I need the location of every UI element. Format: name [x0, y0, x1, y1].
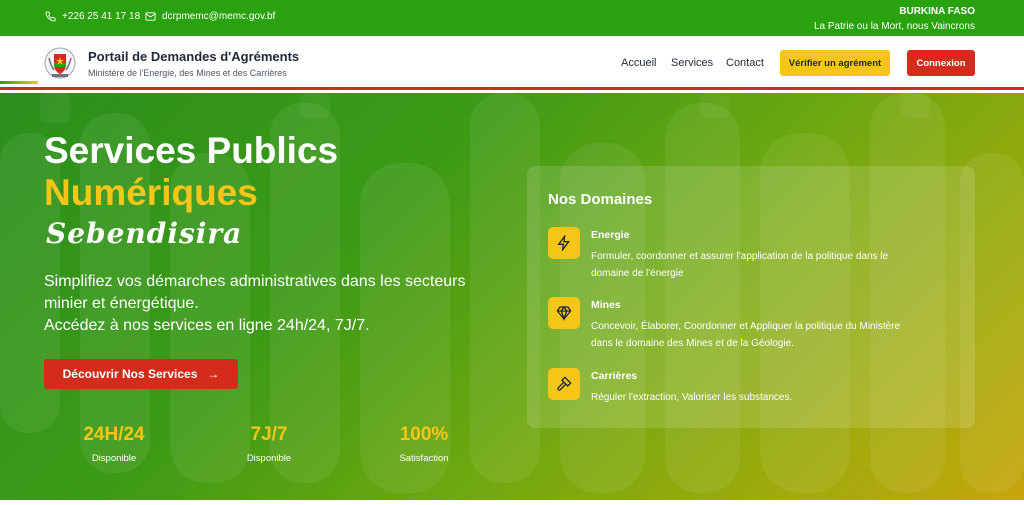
stat-satisfaction: 100% Satisfaction — [364, 424, 484, 464]
ministry-subtitle: Ministère de l'Energie, des Mines et des… — [88, 68, 287, 78]
gem-icon — [548, 297, 580, 329]
email-contact[interactable]: dcrpmemc@memc.gov.bf — [145, 11, 275, 22]
hammer-icon — [548, 368, 580, 400]
domain-desc-line: Formuler, coordonner et assurer l'applic… — [591, 251, 889, 262]
domain-desc-line: Réguler l'extraction, Valoriser les subs… — [591, 392, 793, 403]
platform-name-script: Sebendisira — [46, 217, 243, 250]
stat-label: Satisfaction — [399, 453, 449, 464]
hero-desc-line2: minier et énergétique. — [44, 295, 199, 312]
discover-services-label: Découvrir Nos Services — [62, 367, 198, 381]
envelope-icon — [145, 12, 156, 21]
hero-section: Services Publics Numériques Sebendisira … — [0, 93, 1024, 500]
domain-energie-description: Formuler, coordonner et assurer l'applic… — [591, 248, 951, 282]
domain-desc-line: dans le domaine des Mines et de la Géolo… — [591, 338, 794, 349]
nav-link-accueil[interactable]: Accueil — [621, 57, 656, 69]
nav-link-services[interactable]: Services — [671, 57, 713, 69]
domain-desc-line: domaine de l'énergie — [591, 268, 684, 279]
discover-services-button[interactable]: Découvrir Nos Services → — [44, 359, 238, 389]
domain-mines-title: Mines — [591, 299, 621, 311]
portal-title[interactable]: Portail de Demandes d'Agréments — [88, 49, 299, 64]
country-block: BURKINA FASO La Patrie ou la Mort, nous … — [814, 6, 975, 32]
stat-availability-hours: 24H/24 Disponible — [54, 424, 174, 464]
login-button[interactable]: Connexion — [907, 50, 975, 76]
main-navbar: Portail de Demandes d'Agréments Ministèr… — [0, 36, 1024, 90]
phone-number: +226 25 41 17 18 — [62, 11, 141, 22]
stat-label: Disponible — [91, 453, 137, 464]
domain-carrieres-description: Réguler l'extraction, Valoriser les subs… — [591, 389, 951, 406]
national-motto: La Patrie ou la Mort, nous Vaincrons — [813, 21, 975, 32]
hero-desc-line3: Accédez à nos services en ligne 24h/24, … — [44, 317, 370, 334]
navbar-accent-stripe — [0, 81, 38, 84]
stat-value: 100% — [399, 424, 449, 445]
hero-title-line1: Services Publics — [44, 130, 339, 171]
domain-energie-title: Energie — [591, 229, 630, 241]
lightning-icon — [548, 227, 580, 259]
domain-mines-description: Concevoir, Élaborer, Coordonner et Appli… — [591, 318, 951, 352]
domains-panel: Nos Domaines Energie Formuler, coordonne… — [527, 166, 975, 428]
coat-of-arms-logo[interactable] — [44, 46, 76, 80]
phone-icon — [45, 11, 56, 22]
stat-availability-days: 7J/7 Disponible — [209, 424, 329, 464]
hero-title-line2: Numériques — [44, 172, 258, 213]
stat-value: 7J/7 — [250, 424, 288, 445]
top-info-bar: +226 25 41 17 18 dcrpmemc@memc.gov.bf BU… — [0, 0, 1024, 36]
stat-label: Disponible — [246, 453, 292, 464]
domains-panel-title: Nos Domaines — [548, 191, 653, 208]
phone-contact[interactable]: +226 25 41 17 18 — [45, 11, 140, 22]
domain-desc-line: Concevoir, Élaborer, Coordonner et Appli… — [591, 321, 901, 332]
verify-agrement-button[interactable]: Vérifier un agrément — [780, 50, 890, 76]
hero-desc-line1: Simplifiez vos démarches administratives… — [44, 273, 466, 290]
stat-value: 24H/24 — [83, 424, 145, 445]
email-address: dcrpmemc@memc.gov.bf — [162, 11, 276, 22]
arrow-right-icon: → — [207, 367, 220, 381]
domain-carrieres-title: Carrières — [591, 370, 638, 382]
country-name: BURKINA FASO — [899, 6, 975, 17]
hero-description: Simplifiez vos démarches administratives… — [44, 271, 504, 337]
nav-link-contact[interactable]: Contact — [726, 57, 764, 69]
